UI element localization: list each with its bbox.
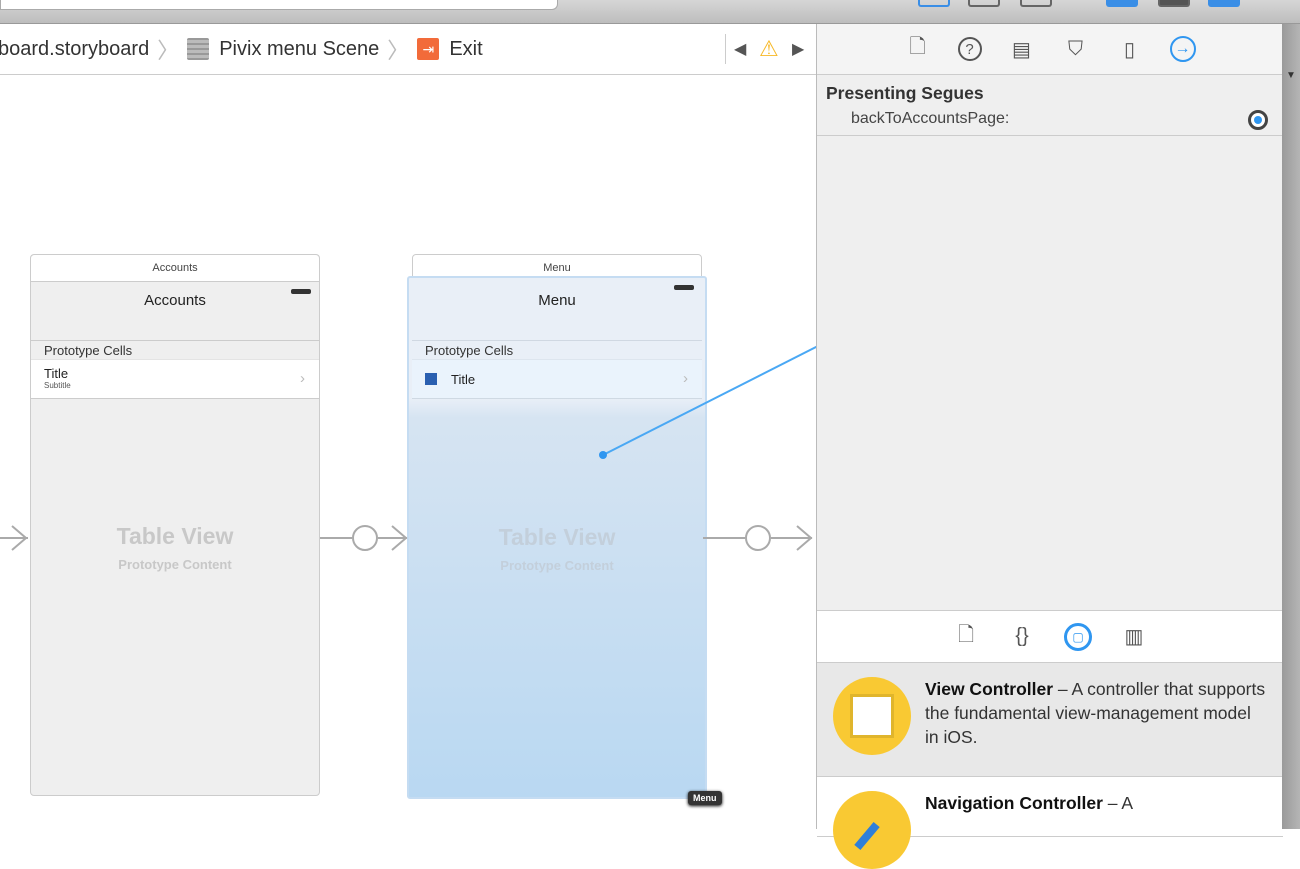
segue-icon (352, 525, 378, 551)
connection-circle-icon[interactable] (1248, 110, 1268, 130)
disclosure-triangle-icon[interactable]: ▼ (1286, 70, 1296, 81)
navigation-controller-icon (833, 791, 911, 869)
size-icon[interactable]: ▯ (1116, 35, 1144, 63)
media-icon[interactable]: ▥ (1120, 623, 1148, 651)
help-icon[interactable]: ? (957, 37, 982, 61)
segue-icon (745, 525, 771, 551)
library-tabs: 🗋 {} ▢ ▥ (817, 610, 1283, 663)
view-controller-icon (833, 677, 911, 755)
segue-name: backToAccountsPage: (851, 110, 1010, 127)
connections-icon[interactable]: → (1169, 36, 1196, 62)
object-icon[interactable]: ▢ (1064, 622, 1092, 651)
attributes-icon[interactable]: ⛉ (1062, 35, 1090, 63)
entry-arrow (0, 525, 28, 551)
library-item-navigation-controller[interactable]: Navigation Controller – A (817, 777, 1283, 869)
section-title: Presenting Segues (826, 83, 984, 103)
library-item-desc: – A (1102, 793, 1134, 813)
right-edge-panel: ▼ (1282, 24, 1300, 829)
library-item-view-controller[interactable]: View Controller – A controller that supp… (817, 663, 1283, 777)
inspector-tabs: 🗋 ? ▤ ⛉ ▯ → (817, 24, 1282, 75)
file-icon[interactable]: 🗋 (904, 35, 932, 63)
drag-origin-dot (599, 451, 607, 459)
code-snippet-icon[interactable]: {} (1008, 623, 1036, 651)
file-template-icon[interactable]: 🗋 (952, 623, 980, 651)
library-item-name: Navigation Controller (925, 793, 1103, 813)
identity-icon[interactable]: ▤ (1008, 35, 1036, 63)
connections-inspector: 🗋 ? ▤ ⛉ ▯ → Presenting Segues backToAcco… (816, 24, 1283, 869)
library-item-name: View Controller (925, 679, 1054, 699)
segue-row: backToAccountsPage: (817, 104, 1282, 136)
